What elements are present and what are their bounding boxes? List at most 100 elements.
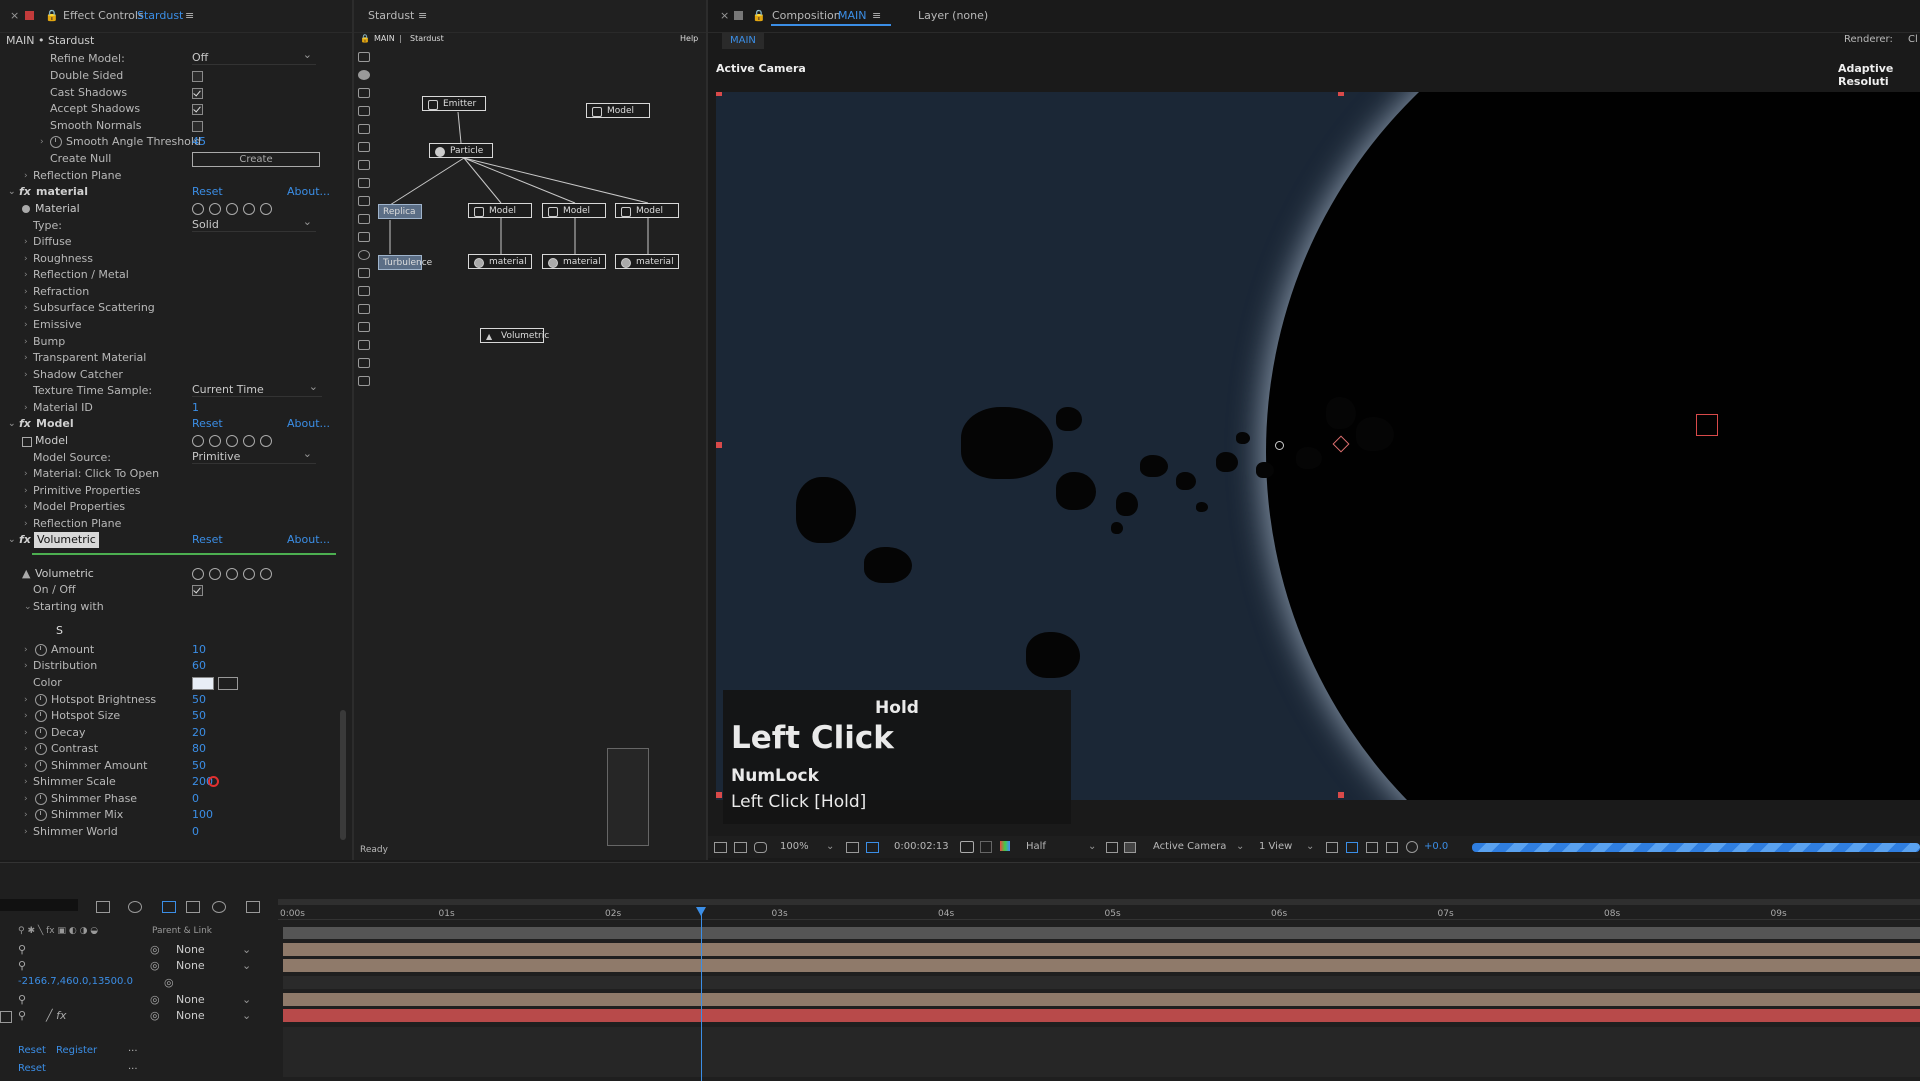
- layer-property-row[interactable]: -2166.7,460.0,13500.0 ◎: [0, 976, 278, 991]
- node-volumetric[interactable]: ▲ Volumetric: [480, 328, 549, 343]
- transparent-label[interactable]: Transparent Material: [33, 350, 146, 366]
- primitive-props-label[interactable]: Primitive Properties: [33, 483, 141, 499]
- collapse-arrow-icon[interactable]: ⌄: [24, 599, 32, 615]
- shimmer-world-value[interactable]: 0: [192, 824, 199, 840]
- stopwatch-icon[interactable]: [35, 644, 47, 656]
- accept-shadows-checkbox[interactable]: [192, 103, 203, 115]
- pickwhip-icon[interactable]: ◎: [164, 976, 174, 989]
- reset-link[interactable]: Reset: [18, 1063, 46, 1074]
- emissive-label[interactable]: Emissive: [33, 317, 82, 333]
- comp-menu-icon[interactable]: ≡: [872, 0, 881, 32]
- work-area-bar[interactable]: [278, 899, 1920, 905]
- layer-tab[interactable]: Layer (none): [918, 0, 988, 32]
- decay-value[interactable]: 20: [192, 725, 206, 741]
- node-material-1[interactable]: material: [468, 254, 532, 269]
- parent-dropdown[interactable]: None: [176, 959, 205, 972]
- null-object-marker[interactable]: [1696, 414, 1718, 436]
- toggle-pixel-aspect-icon[interactable]: [1326, 842, 1338, 853]
- reflection-plane-label[interactable]: Reflection Plane: [33, 516, 121, 532]
- stopwatch-icon[interactable]: [35, 694, 47, 706]
- on-off-checkbox[interactable]: [192, 584, 203, 596]
- property-track[interactable]: [283, 1027, 1920, 1077]
- close-icon[interactable]: ×: [10, 0, 19, 32]
- volumetric-about-link[interactable]: About...: [287, 532, 330, 548]
- chevron-down-icon[interactable]: ⌄: [242, 943, 251, 956]
- draft-3d-icon[interactable]: [128, 901, 142, 913]
- double-sided-checkbox[interactable]: [192, 70, 203, 82]
- node-material-3[interactable]: material: [615, 254, 679, 269]
- bounds-handle[interactable]: [716, 792, 722, 798]
- node-emitter[interactable]: Emitter: [422, 96, 486, 111]
- always-preview-icon[interactable]: [714, 842, 727, 853]
- expand-arrow-icon[interactable]: ›: [24, 168, 28, 184]
- chevron-down-icon[interactable]: ⌄: [826, 836, 834, 858]
- expand-arrow-icon[interactable]: ›: [24, 791, 28, 807]
- fx-icon[interactable]: fx: [19, 416, 31, 432]
- exposure-value[interactable]: +0.0: [1424, 836, 1448, 858]
- bounds-handle[interactable]: [1338, 92, 1344, 96]
- volumetric-node-icons[interactable]: [192, 566, 277, 582]
- composition-tab[interactable]: × 🔒 Composition MAIN ≡ Layer (none): [708, 0, 1920, 33]
- panel-menu-icon[interactable]: ≡: [185, 0, 194, 32]
- timeline-search-input[interactable]: [0, 899, 78, 911]
- volumetric-fx-label[interactable]: Volumetric: [34, 532, 99, 548]
- layer-row[interactable]: ⚲ ◎ None ⌄: [0, 959, 278, 974]
- close-icon[interactable]: ×: [720, 0, 729, 32]
- reset-link[interactable]: Reset: [18, 1045, 46, 1056]
- reflection-plane-label[interactable]: Reflection Plane: [33, 168, 121, 184]
- timecode[interactable]: 0:00:02:13: [894, 836, 949, 858]
- chevron-down-icon[interactable]: ⌄: [1236, 836, 1244, 858]
- view-layout-dropdown[interactable]: 1 View: [1259, 836, 1292, 858]
- lock-icon[interactable]: 🔒: [752, 0, 766, 32]
- contrast-value[interactable]: 80: [192, 741, 206, 757]
- shy-layers-icon[interactable]: [162, 901, 176, 913]
- stopwatch-icon[interactable]: [35, 727, 47, 739]
- chevron-down-icon[interactable]: ⌄: [242, 1009, 251, 1022]
- model-about-link[interactable]: About...: [287, 416, 330, 432]
- color-swatch[interactable]: [192, 677, 214, 690]
- create-null-button[interactable]: Create: [192, 152, 320, 167]
- roughness-label[interactable]: Roughness: [33, 251, 93, 267]
- layer-label-swatch[interactable]: [0, 1011, 12, 1023]
- pickwhip-icon[interactable]: ◎: [150, 1009, 160, 1022]
- fx-switch-icon[interactable]: ╱ fx: [46, 1009, 67, 1022]
- smooth-angle-value[interactable]: 45: [192, 134, 206, 150]
- lock-icon[interactable]: 🔒: [45, 0, 59, 32]
- amount-value[interactable]: 10: [192, 642, 206, 658]
- chevron-down-icon[interactable]: ⌄: [242, 993, 251, 1006]
- fx-icon[interactable]: fx: [19, 532, 31, 548]
- shadow-catcher-label[interactable]: Shadow Catcher: [33, 367, 123, 383]
- playhead-handle-icon[interactable]: [696, 907, 707, 916]
- hotspot-brightness-value[interactable]: 50: [192, 692, 206, 708]
- chevron-down-icon[interactable]: ⌄: [1306, 836, 1314, 858]
- node-turbulence[interactable]: Turbulence: [378, 255, 432, 270]
- vr-icon[interactable]: [754, 842, 767, 853]
- expand-arrow-icon[interactable]: ›: [24, 725, 28, 741]
- color-channels-icon[interactable]: [1000, 841, 1010, 851]
- expand-arrow-icon[interactable]: ›: [24, 483, 28, 499]
- transparency-grid-icon[interactable]: [1124, 842, 1136, 853]
- refraction-label[interactable]: Refraction: [33, 284, 89, 300]
- bounds-handle[interactable]: [716, 442, 722, 448]
- stopwatch-icon[interactable]: [50, 136, 62, 148]
- expand-arrow-icon[interactable]: ›: [24, 807, 28, 823]
- show-snapshot-icon[interactable]: [980, 841, 992, 853]
- position-value[interactable]: -2166.7,460.0,13500.0: [18, 976, 133, 987]
- layer-row-selected[interactable]: ⚲ ╱ fx ◎ None ⌄: [0, 1009, 278, 1024]
- expand-arrow-icon[interactable]: ›: [24, 350, 28, 366]
- material-id-value[interactable]: 1: [192, 400, 199, 416]
- node-material-2[interactable]: material: [542, 254, 606, 269]
- type-dropdown[interactable]: Solid: [192, 215, 316, 232]
- motion-blur-icon[interactable]: [212, 901, 226, 913]
- fast-previews-icon[interactable]: [1346, 842, 1358, 853]
- pickwhip-icon[interactable]: ◎: [150, 959, 160, 972]
- shimmer-mix-value[interactable]: 100: [192, 807, 213, 823]
- node-minimap[interactable]: [607, 748, 649, 846]
- fx-icon[interactable]: fx: [19, 184, 31, 200]
- bounds-handle[interactable]: [716, 92, 722, 96]
- material-node-icons[interactable]: [192, 201, 277, 217]
- chevron-down-icon[interactable]: ⌄: [1088, 836, 1096, 858]
- parent-dropdown[interactable]: None: [176, 1009, 205, 1022]
- expand-arrow-icon[interactable]: ›: [24, 499, 28, 515]
- layer-bar[interactable]: [283, 993, 1920, 1006]
